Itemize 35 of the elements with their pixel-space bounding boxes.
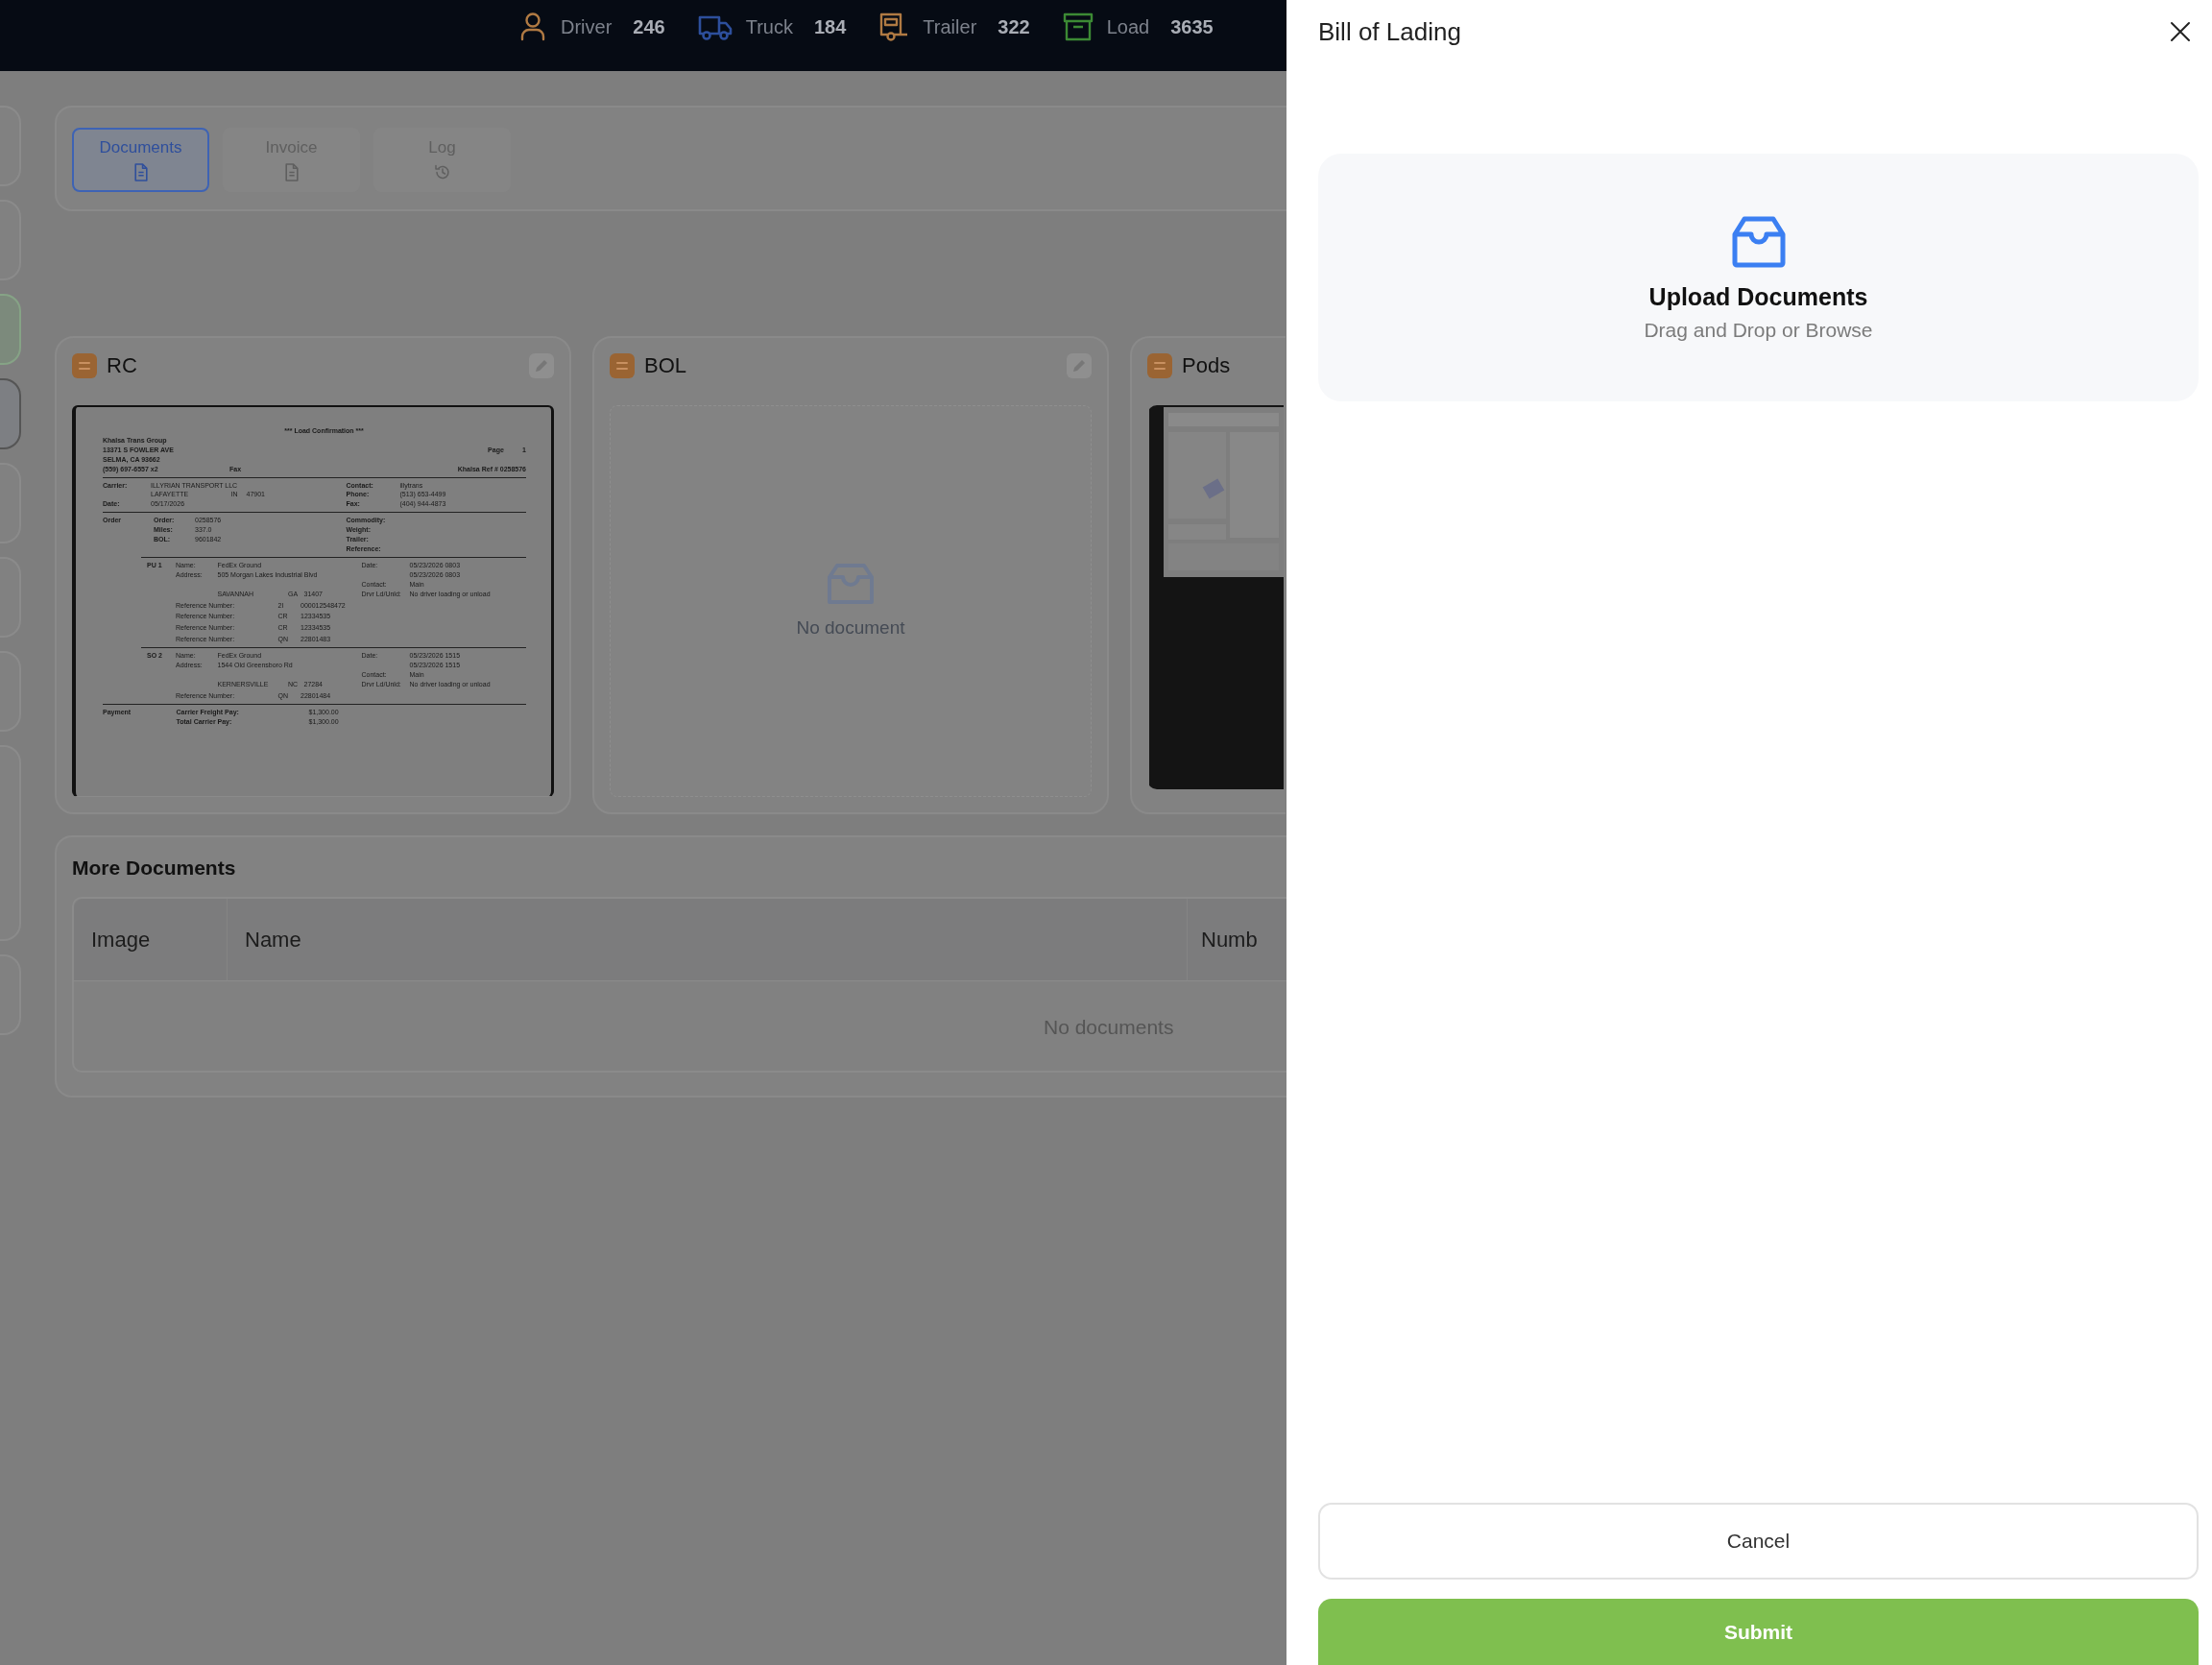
- document-type-icon: [72, 353, 97, 378]
- empty-message: No document: [796, 617, 905, 639]
- trailer-icon: [878, 12, 910, 42]
- upload-title: Upload Documents: [1648, 282, 1868, 311]
- column-header: Image: [74, 899, 228, 980]
- column-header: Name: [228, 899, 1188, 980]
- stat-count: 3635: [1170, 15, 1214, 38]
- stat-count: 322: [998, 15, 1030, 38]
- section-title: More Documents: [72, 857, 237, 881]
- submit-button[interactable]: Submit: [1318, 1599, 2199, 1665]
- document-icon: [282, 163, 301, 181]
- document-type-icon: [1147, 353, 1172, 378]
- stat-label: Trailer: [923, 15, 977, 38]
- column-header: Numb: [1200, 926, 1259, 953]
- document-icon: [132, 163, 150, 181]
- upload-hint: Drag and Drop or Browse: [1644, 318, 1873, 342]
- close-icon[interactable]: [2170, 21, 2191, 42]
- document-type-icon: [610, 353, 635, 378]
- card-title: Pods: [1182, 353, 1232, 378]
- stat-label: Driver: [561, 15, 613, 38]
- edit-icon[interactable]: [1067, 353, 1092, 378]
- drawer-title: Bill of Lading: [1318, 16, 1461, 47]
- cancel-button[interactable]: Cancel: [1318, 1503, 2199, 1580]
- archive-box-icon: [1062, 12, 1094, 42]
- stat-count: 246: [633, 15, 665, 38]
- tab[interactable]: Documents: [72, 128, 209, 192]
- upload-dropzone[interactable]: Upload Documents Drag and Drop or Browse: [1318, 154, 2199, 401]
- stat-count: 184: [814, 15, 847, 38]
- stat-label: Truck: [745, 15, 793, 38]
- person-icon: [518, 12, 547, 42]
- history-icon: [433, 163, 451, 181]
- stat-label: Load: [1106, 15, 1150, 38]
- card-title: RC: [107, 353, 138, 378]
- edit-icon[interactable]: [529, 353, 554, 378]
- card-title: BOL: [644, 353, 688, 378]
